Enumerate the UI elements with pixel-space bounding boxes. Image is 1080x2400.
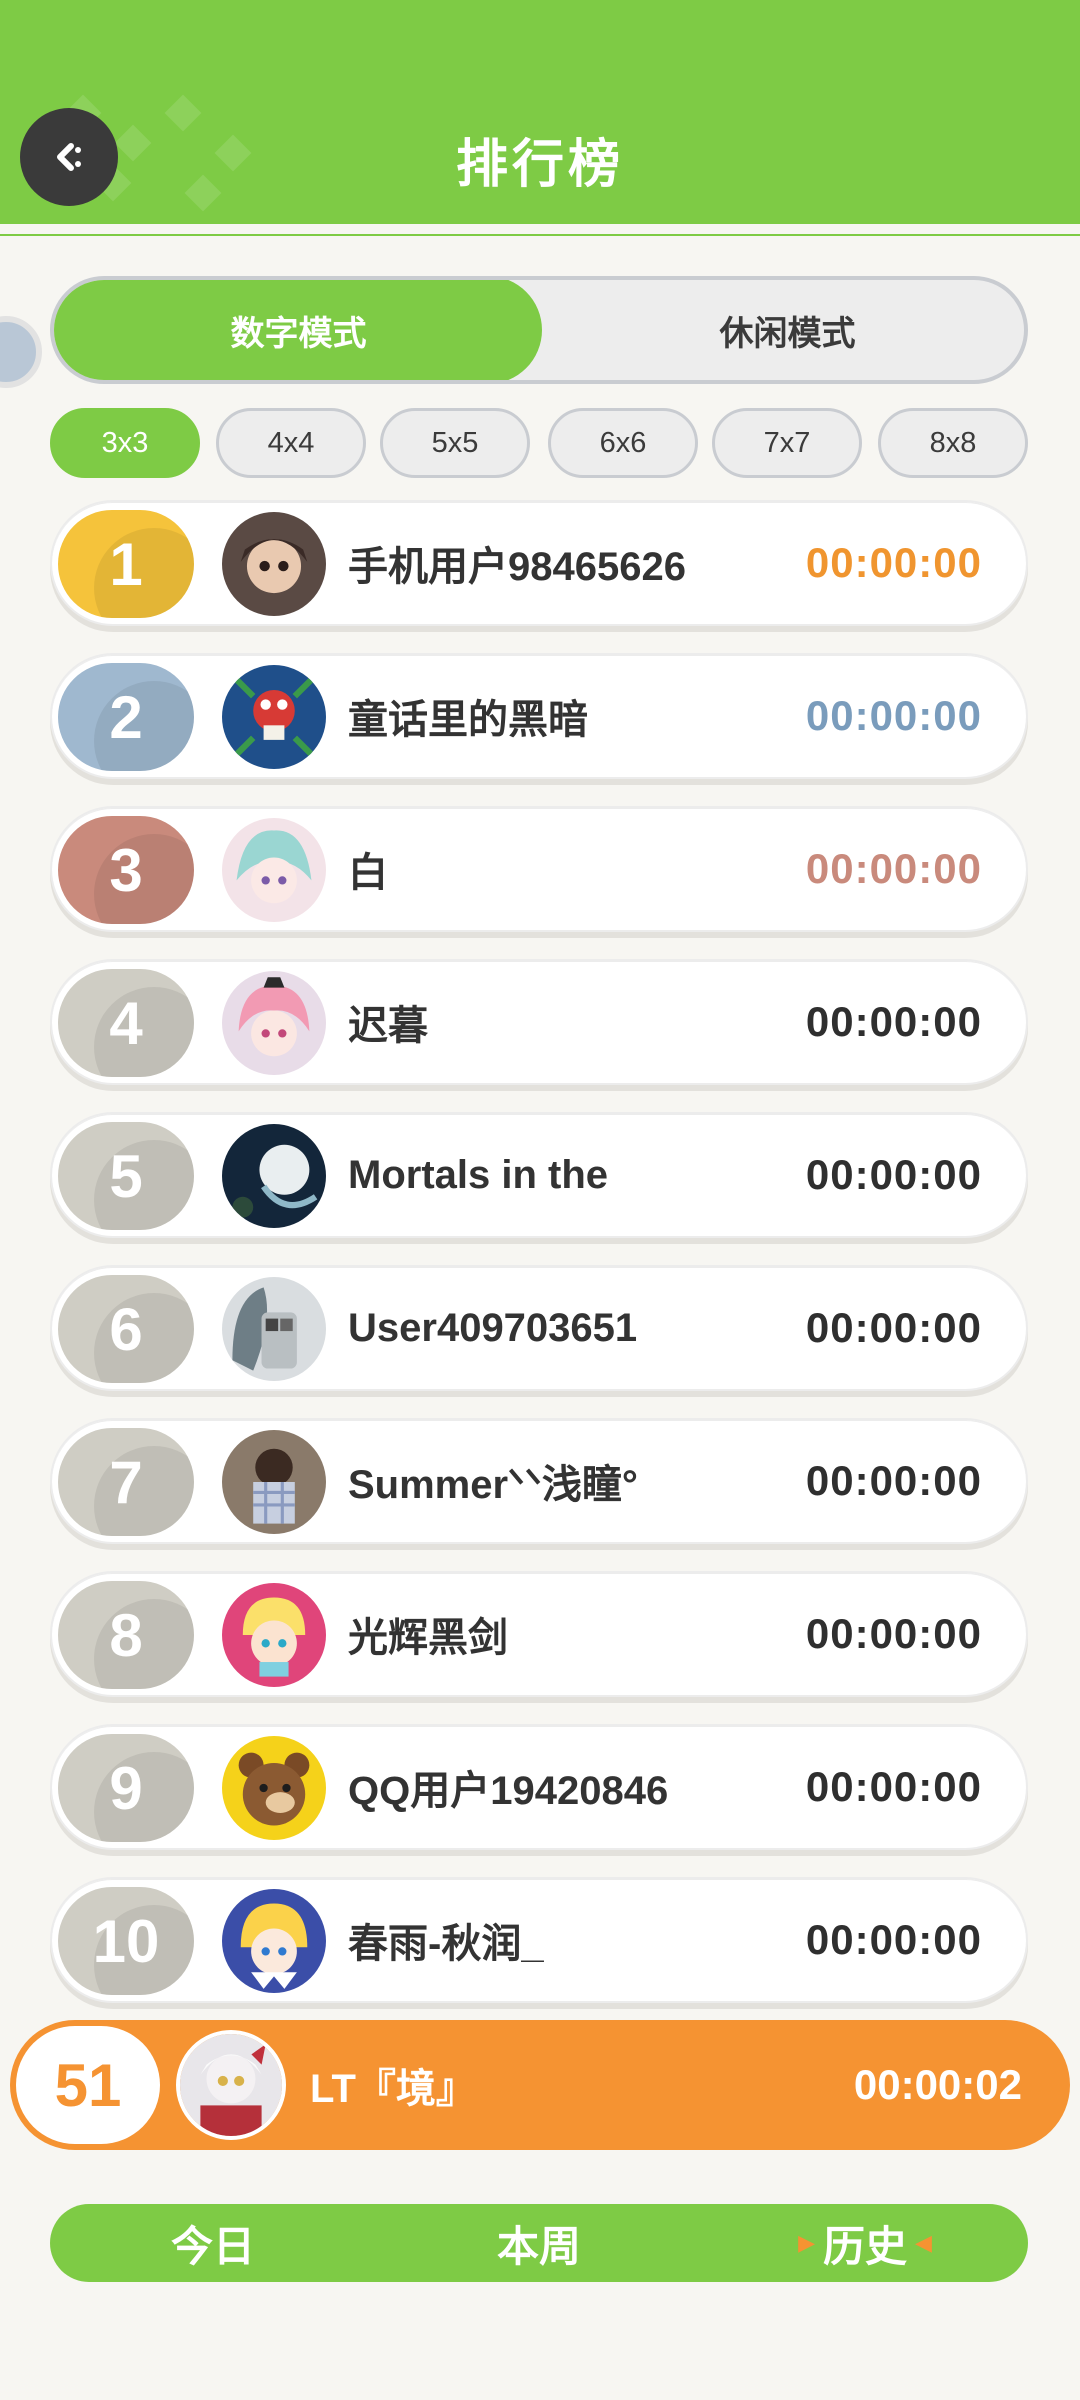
- avatar: [222, 665, 326, 769]
- right-triangle-icon: ▶: [798, 2230, 815, 2256]
- player-name: Summerᐠᐠ浅瞳°: [348, 1463, 638, 1507]
- player-name: 春雨-秋润_: [348, 1922, 544, 1966]
- player-name: 手机用户98465626: [348, 545, 686, 589]
- period-tab-today-label: 今日: [170, 2221, 255, 2271]
- rank-number: 2: [109, 683, 143, 751]
- rank-badge: 7: [58, 1428, 194, 1536]
- player-time: 00:00:00: [805, 539, 982, 586]
- size-pill-4x4[interactable]: 4x4: [216, 408, 366, 478]
- rank-number: 4: [109, 989, 143, 1057]
- size-pill-5x5[interactable]: 5x5: [380, 408, 530, 478]
- ranking-row[interactable]: 8 光辉黑剑 00:00:00: [50, 1571, 1028, 1697]
- left-triangle-icon: ◀: [915, 2230, 932, 2256]
- rank-number: 1: [109, 530, 143, 598]
- avatar: [222, 512, 326, 616]
- my-rank-row[interactable]: 51 LT『境』 00:00:02: [10, 2020, 1070, 2150]
- player-time: 00:00:00: [805, 1457, 982, 1504]
- my-rank-badge: 51: [16, 2026, 160, 2144]
- rank-badge: 3: [58, 816, 194, 924]
- rank-badge: 9: [58, 1734, 194, 1842]
- side-avatar-tab[interactable]: [0, 316, 42, 388]
- avatar: [222, 1736, 326, 1840]
- rank-number: 7: [109, 1448, 143, 1516]
- header-stripe: [0, 224, 1080, 234]
- period-tab-week[interactable]: 本周: [376, 2204, 702, 2282]
- player-name: 白: [348, 851, 388, 895]
- period-tabs: 今日 本周 ▶ 历史 ◀: [50, 2204, 1028, 2282]
- player-name: 童话里的黑暗: [348, 698, 588, 742]
- avatar: [222, 1124, 326, 1228]
- avatar: [222, 1889, 326, 1993]
- ranking-row[interactable]: 10 春雨-秋润_ 00:00:00: [50, 1877, 1028, 2003]
- size-pill-8x8[interactable]: 8x8: [878, 408, 1028, 478]
- my-time: 00:00:02: [853, 2061, 1022, 2108]
- rank-badge: 10: [58, 1887, 194, 1995]
- ranking-row[interactable]: 1 手机用户98465626 00:00:00: [50, 500, 1028, 626]
- avatar: [222, 971, 326, 1075]
- player-time: 00:00:00: [805, 1763, 982, 1810]
- player-time: 00:00:00: [805, 1304, 982, 1351]
- mode-tab-numeric[interactable]: 数字模式: [54, 280, 543, 380]
- ranking-row[interactable]: 7 Summerᐠᐠ浅瞳° 00:00:00: [50, 1418, 1028, 1544]
- size-pill-6x6[interactable]: 6x6: [548, 408, 698, 478]
- rank-badge: 6: [58, 1275, 194, 1383]
- ranking-row[interactable]: 5 Mortals in the 00:00:00: [50, 1112, 1028, 1238]
- player-name: 光辉黑剑: [348, 1616, 508, 1660]
- player-name: QQ用户19420846: [348, 1769, 669, 1813]
- rank-number: 8: [109, 1601, 143, 1669]
- mode-tab-casual[interactable]: 休闲模式: [543, 280, 1024, 380]
- player-time: 00:00:00: [805, 1151, 982, 1198]
- ranking-row[interactable]: 4 迟暮 00:00:00: [50, 959, 1028, 1085]
- period-tab-history[interactable]: ▶ 历史 ◀: [702, 2204, 1028, 2282]
- my-name: LT『境』: [310, 2067, 476, 2111]
- player-name: Mortals in the: [348, 1152, 609, 1197]
- ranking-row[interactable]: 6 User409703651 00:00:00: [50, 1265, 1028, 1391]
- my-avatar: [176, 2030, 286, 2140]
- avatar: [222, 818, 326, 922]
- rank-badge: 4: [58, 969, 194, 1077]
- player-time: 00:00:00: [805, 845, 982, 892]
- rank-number: 5: [109, 1142, 143, 1210]
- period-tab-today[interactable]: 今日: [50, 2204, 376, 2282]
- header-bar: [0, 0, 1080, 236]
- avatar: [222, 1430, 326, 1534]
- rank-number: 9: [109, 1754, 143, 1822]
- player-name: 迟暮: [348, 1004, 428, 1048]
- grid-size-selector: 3x3 4x4 5x5 6x6 7x7 8x8: [50, 408, 1028, 478]
- avatar: [222, 1277, 326, 1381]
- rank-badge: 8: [58, 1581, 194, 1689]
- player-time: 00:00:00: [805, 1610, 982, 1657]
- page-title: 排行榜: [455, 135, 624, 195]
- size-pill-3x3[interactable]: 3x3: [50, 408, 200, 478]
- rank-badge: 2: [58, 663, 194, 771]
- rank-number: 3: [109, 836, 143, 904]
- rank-badge: 5: [58, 1122, 194, 1230]
- mode-toggle[interactable]: 数字模式 休闲模式: [50, 276, 1028, 384]
- player-time: 00:00:00: [805, 1916, 982, 1963]
- period-tab-week-label: 本周: [496, 2221, 581, 2271]
- size-pill-7x7[interactable]: 7x7: [712, 408, 862, 478]
- player-time: 00:00:00: [805, 692, 982, 739]
- ranking-row[interactable]: 2 童话里的黑暗 00:00:00: [50, 653, 1028, 779]
- ranking-row[interactable]: 3 白 00:00:00: [50, 806, 1028, 932]
- ranking-row[interactable]: 9 QQ用户19420846 00:00:00: [50, 1724, 1028, 1850]
- player-name: User409703651: [348, 1305, 638, 1350]
- period-tab-history-label: 历史: [822, 2221, 907, 2271]
- rank-badge: 1: [58, 510, 194, 618]
- avatar: [222, 1583, 326, 1687]
- rank-number: 10: [92, 1907, 160, 1975]
- player-time: 00:00:00: [805, 998, 982, 1045]
- rank-number: 6: [109, 1295, 143, 1363]
